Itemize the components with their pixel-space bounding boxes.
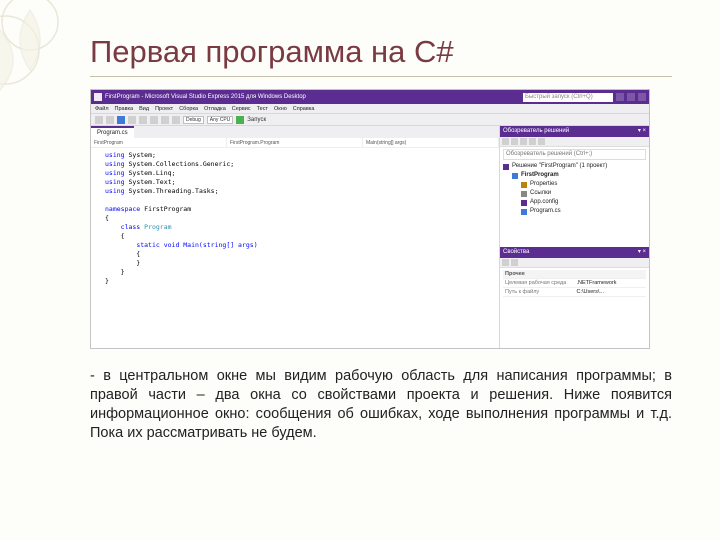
editor-area: Program.cs FirstProgram FirstProgram.Pro…	[91, 126, 499, 348]
menu-debug[interactable]: Отладка	[204, 106, 226, 112]
slide-body-text: - в центральном окне мы видим рабочую об…	[90, 367, 672, 442]
redo-icon[interactable]	[172, 116, 180, 124]
nav-class[interactable]: FirstProgram.Program	[227, 138, 363, 147]
menu-window[interactable]: Окно	[274, 106, 287, 112]
categorize-icon[interactable]	[502, 259, 509, 266]
platform-select[interactable]: Any CPU	[207, 116, 234, 124]
open-icon[interactable]	[128, 116, 136, 124]
save-icon[interactable]	[139, 116, 147, 124]
solution-explorer-toolbar	[500, 137, 649, 147]
solution-tree: Обозреватель решений (Ctrl+;) Решение "F…	[500, 147, 649, 247]
tree-appconfig[interactable]: App.config	[521, 198, 646, 207]
properties-grid: Прочее Целевая рабочая среда .NETFramewo…	[500, 268, 649, 348]
minimize-icon[interactable]	[616, 93, 624, 101]
menu-file[interactable]: Файл	[95, 106, 109, 112]
editor-tabs: Program.cs	[91, 126, 499, 138]
config-select[interactable]: Debug	[183, 116, 204, 124]
start-button[interactable]: Запуск	[247, 117, 266, 123]
show-all-icon[interactable]	[538, 138, 545, 145]
properties-icon[interactable]	[529, 138, 536, 145]
nav-method[interactable]: Main(string[] args)	[363, 138, 499, 147]
menu-test[interactable]: Тест	[257, 106, 268, 112]
start-icon[interactable]	[236, 116, 244, 124]
nav-project[interactable]: FirstProgram	[91, 138, 227, 147]
properties-panel-header: Свойства ▾ ×	[500, 247, 649, 258]
menu-build[interactable]: Сборка	[179, 106, 198, 112]
editor-nav-bar: FirstProgram FirstProgram.Program Main(s…	[91, 138, 499, 148]
tab-program-cs[interactable]: Program.cs	[91, 126, 134, 138]
toolbar: Debug Any CPU Запуск	[91, 114, 649, 126]
undo-icon[interactable]	[161, 116, 169, 124]
collapse-icon[interactable]	[520, 138, 527, 145]
home-icon[interactable]	[502, 138, 509, 145]
menu-view[interactable]: Вид	[139, 106, 149, 112]
tree-references[interactable]: Ссылки	[521, 189, 646, 198]
tree-project[interactable]: FirstProgram	[512, 171, 646, 180]
back-icon[interactable]	[95, 116, 103, 124]
menu-project[interactable]: Проект	[155, 106, 173, 112]
visual-studio-icon	[94, 93, 102, 101]
window-title: FirstProgram - Microsoft Visual Studio E…	[105, 94, 306, 100]
ide-screenshot: FirstProgram - Microsoft Visual Studio E…	[90, 89, 650, 349]
menu-tools[interactable]: Сервис	[232, 106, 251, 112]
quick-launch-input[interactable]: Быстрый запуск (Ctrl+Q)	[523, 93, 613, 102]
refresh-icon[interactable]	[511, 138, 518, 145]
tree-programcs[interactable]: Program.cs	[521, 207, 646, 216]
alpha-sort-icon[interactable]	[511, 259, 518, 266]
properties-panel-toolbar	[500, 258, 649, 268]
solution-explorer-header: Обозреватель решений ▾ ×	[500, 126, 649, 137]
ide-titlebar: FirstProgram - Microsoft Visual Studio E…	[91, 90, 649, 104]
close-icon[interactable]	[638, 93, 646, 101]
save-all-icon[interactable]	[150, 116, 158, 124]
tree-properties[interactable]: Properties	[521, 180, 646, 189]
maximize-icon[interactable]	[627, 93, 635, 101]
slide-title: Первая программа на C#	[90, 34, 672, 77]
menu-help[interactable]: Справка	[293, 106, 315, 112]
forward-icon[interactable]	[106, 116, 114, 124]
new-project-icon[interactable]	[117, 116, 125, 124]
menu-edit[interactable]: Правка	[115, 106, 134, 112]
tree-solution-root[interactable]: Решение "FirstProgram" (1 проект)	[503, 162, 646, 171]
code-editor[interactable]: using System; using System.Collections.G…	[91, 148, 499, 348]
menu-bar: Файл Правка Вид Проект Сборка Отладка Се…	[91, 104, 649, 114]
solution-search[interactable]: Обозреватель решений (Ctrl+;)	[503, 149, 646, 160]
